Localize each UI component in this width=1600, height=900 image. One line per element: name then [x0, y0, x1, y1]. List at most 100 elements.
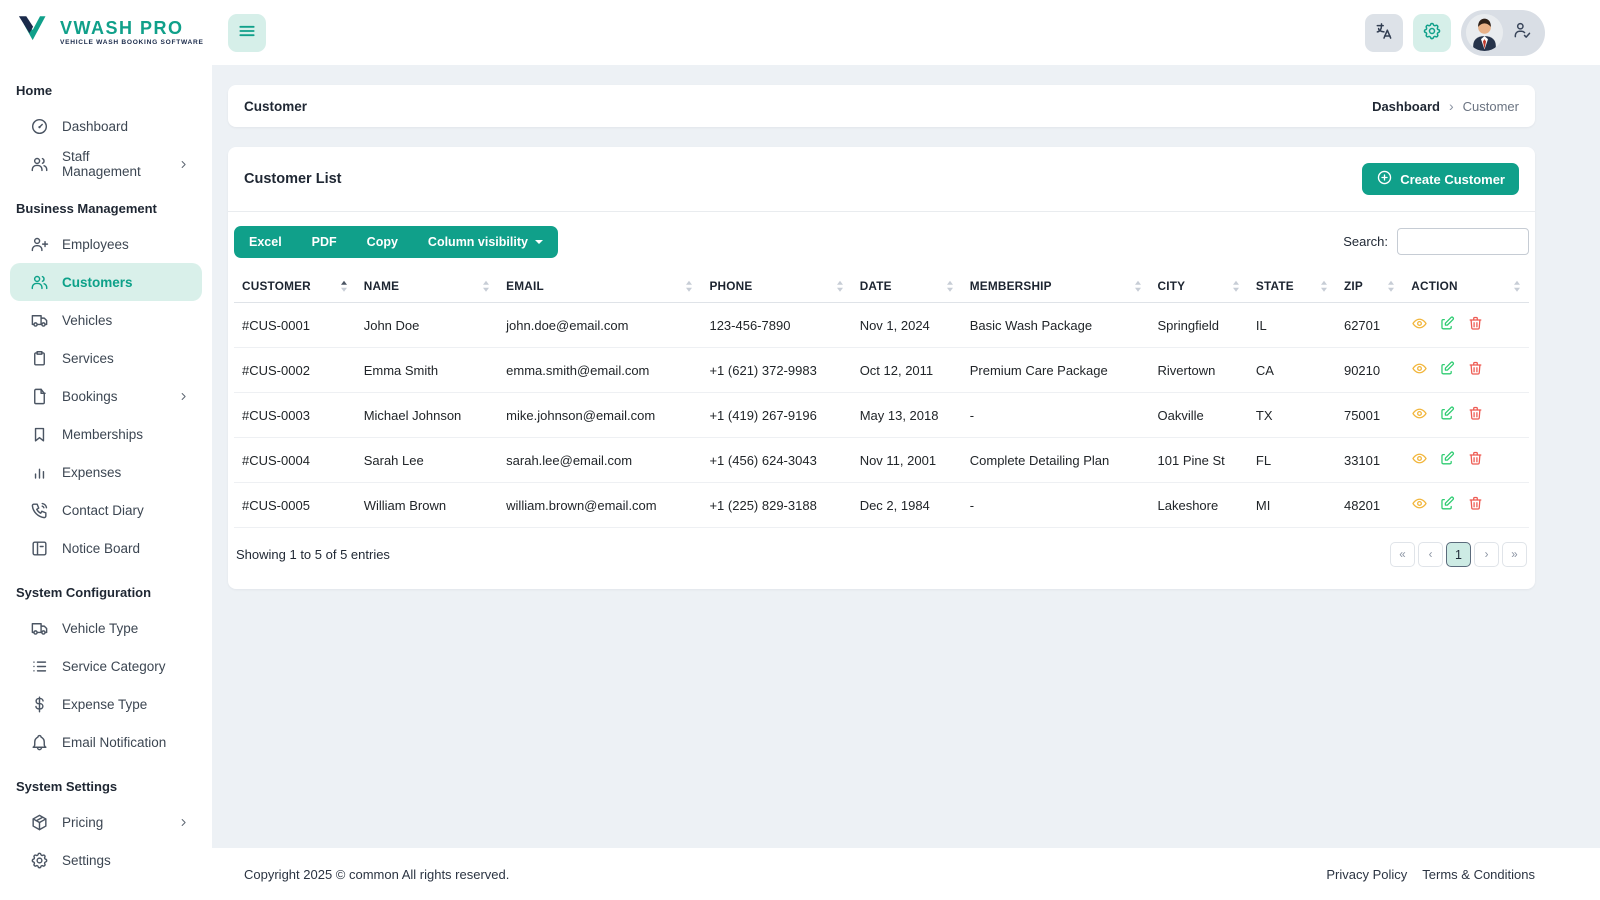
view-button[interactable]: [1411, 405, 1428, 425]
page-footer: Copyright 2025 © common All rights reser…: [212, 848, 1600, 900]
delete-button[interactable]: [1467, 405, 1484, 425]
chevron-right-icon: [177, 816, 190, 829]
copy-export-button[interactable]: Copy: [352, 226, 413, 258]
view-button[interactable]: [1411, 495, 1428, 515]
sidebar-item-vehicles[interactable]: Vehicles: [10, 301, 202, 339]
footer-links: Privacy Policy Terms & Conditions: [1326, 867, 1535, 882]
notice-board-icon: [30, 539, 49, 558]
main-area: Customer Dashboard › Customer Customer L…: [212, 0, 1600, 900]
column-visibility-button[interactable]: Column visibility: [413, 226, 558, 258]
sort-arrows-icon: [1388, 280, 1395, 292]
sidebar-item-memberships[interactable]: Memberships: [10, 415, 202, 453]
settings-quick-button[interactable]: [1413, 13, 1451, 52]
edit-button[interactable]: [1439, 450, 1456, 470]
delete-button[interactable]: [1467, 450, 1484, 470]
sidebar-item-label: Services: [62, 350, 114, 366]
sidebar-item-email-notification[interactable]: Email Notification: [10, 723, 202, 761]
vwash-logo-mark-icon: [18, 15, 51, 50]
sort-arrows-icon: [1320, 280, 1327, 292]
column-header-label: EMAIL: [506, 279, 544, 293]
first-page-button[interactable]: «: [1390, 542, 1415, 567]
view-button[interactable]: [1411, 450, 1428, 470]
sidebar-item-pricing[interactable]: Pricing: [10, 803, 202, 841]
chevron-right-icon: [177, 158, 190, 171]
sidebar-item-label: Employees: [62, 236, 129, 252]
privacy-policy-link[interactable]: Privacy Policy: [1326, 867, 1407, 882]
sidebar-item-dashboard[interactable]: Dashboard: [10, 107, 202, 145]
excel-export-button[interactable]: Excel: [234, 226, 297, 258]
sidebar-item-label: Expenses: [62, 464, 122, 480]
delete-button[interactable]: [1467, 360, 1484, 380]
sort-arrows-icon: [1232, 280, 1239, 292]
sidebar-item-settings[interactable]: Settings: [10, 841, 202, 879]
column-header-name[interactable]: NAME: [355, 270, 499, 303]
create-customer-button[interactable]: Create Customer: [1362, 163, 1519, 195]
sidebar-item-label: Settings: [62, 852, 111, 868]
sort-arrows-icon: [946, 280, 953, 292]
sidebar-section-title-business-management: Business Management: [16, 201, 157, 216]
truck-icon: [30, 311, 49, 330]
cell-zip: 33101: [1335, 437, 1404, 483]
trash-icon: [1467, 405, 1484, 425]
sidebar-item-vehicle-type[interactable]: Vehicle Type: [10, 609, 202, 647]
search-input[interactable]: [1397, 228, 1529, 255]
column-header-date[interactable]: DATE: [851, 270, 962, 303]
column-header-zip[interactable]: ZIP: [1335, 270, 1404, 303]
column-header-city[interactable]: CITY: [1149, 270, 1248, 303]
sidebar-toggle-button[interactable]: [228, 13, 266, 52]
cell-state: TX: [1247, 392, 1336, 438]
sidebar-item-bookings[interactable]: Bookings: [10, 377, 202, 415]
sidebar-item-service-category[interactable]: Service Category: [10, 647, 202, 685]
profile-menu[interactable]: [1461, 9, 1545, 56]
brand-tagline: VEHICLE WASH BOOKING SOFTWARE: [60, 38, 204, 46]
cell-phone: +1 (419) 267-9196: [701, 392, 852, 438]
delete-button[interactable]: [1467, 315, 1484, 335]
trash-icon: [1467, 360, 1484, 380]
page-header-card: Customer Dashboard › Customer: [228, 85, 1535, 127]
last-page-button[interactable]: »: [1502, 542, 1527, 567]
breadcrumb-dashboard-link[interactable]: Dashboard: [1372, 99, 1440, 114]
column-header-membership[interactable]: MEMBERSHIP: [961, 270, 1150, 303]
column-header-state[interactable]: STATE: [1247, 270, 1336, 303]
sidebar-item-label: Memberships: [62, 426, 144, 442]
page-number-button[interactable]: 1: [1446, 542, 1471, 567]
prev-page-button[interactable]: ‹: [1418, 542, 1443, 567]
edit-button[interactable]: [1439, 315, 1456, 335]
table-body: #CUS-0001 John Doe john.doe@email.com 123-4…: [234, 302, 1529, 528]
app-logo[interactable]: VWASH PRO VEHICLE WASH BOOKING SOFTWARE: [0, 15, 212, 50]
sidebar-item-label: Bookings: [62, 388, 118, 404]
column-header-label: DATE: [859, 279, 892, 293]
column-header-email[interactable]: EMAIL: [498, 270, 702, 303]
eye-icon: [1411, 495, 1428, 515]
view-button[interactable]: [1411, 315, 1428, 335]
edit-button[interactable]: [1439, 360, 1456, 380]
edit-button[interactable]: [1439, 495, 1456, 515]
edit-button[interactable]: [1439, 405, 1456, 425]
delete-button[interactable]: [1467, 495, 1484, 515]
sidebar-item-services[interactable]: Services: [10, 339, 202, 377]
sidebar-item-expense-type[interactable]: Expense Type: [10, 685, 202, 723]
sidebar-nav: Home Dashboard Staff Management Business Ma…: [0, 65, 212, 900]
sidebar-item-contact-diary[interactable]: Contact Diary: [10, 491, 202, 529]
table-row: #CUS-0001 John Doe john.doe@email.com 123-4…: [234, 302, 1529, 348]
translate-button[interactable]: [1365, 13, 1403, 52]
cell-state: MI: [1247, 482, 1336, 528]
column-header-customer[interactable]: CUSTOMER: [234, 270, 356, 303]
gear-icon: [1422, 21, 1442, 44]
next-page-button[interactable]: ›: [1474, 542, 1499, 567]
sidebar-item-staff-management[interactable]: Staff Management: [10, 145, 202, 183]
pdf-export-button[interactable]: PDF: [297, 226, 352, 258]
column-header-action[interactable]: ACTION: [1403, 270, 1529, 303]
users-icon: [30, 155, 49, 174]
cell-membership: Basic Wash Package: [961, 302, 1150, 348]
terms-conditions-link[interactable]: Terms & Conditions: [1422, 867, 1535, 882]
view-button[interactable]: [1411, 360, 1428, 380]
sidebar-item-customers[interactable]: Customers: [10, 263, 202, 301]
sidebar-item-employees[interactable]: Employees: [10, 225, 202, 263]
sidebar-item-expenses[interactable]: Expenses: [10, 453, 202, 491]
column-header-phone[interactable]: PHONE: [701, 270, 852, 303]
edit-icon: [1439, 360, 1456, 380]
cell-email: sarah.lee@email.com: [498, 437, 702, 483]
user-check-icon: [1512, 20, 1532, 45]
sidebar-item-notice-board[interactable]: Notice Board: [10, 529, 202, 567]
